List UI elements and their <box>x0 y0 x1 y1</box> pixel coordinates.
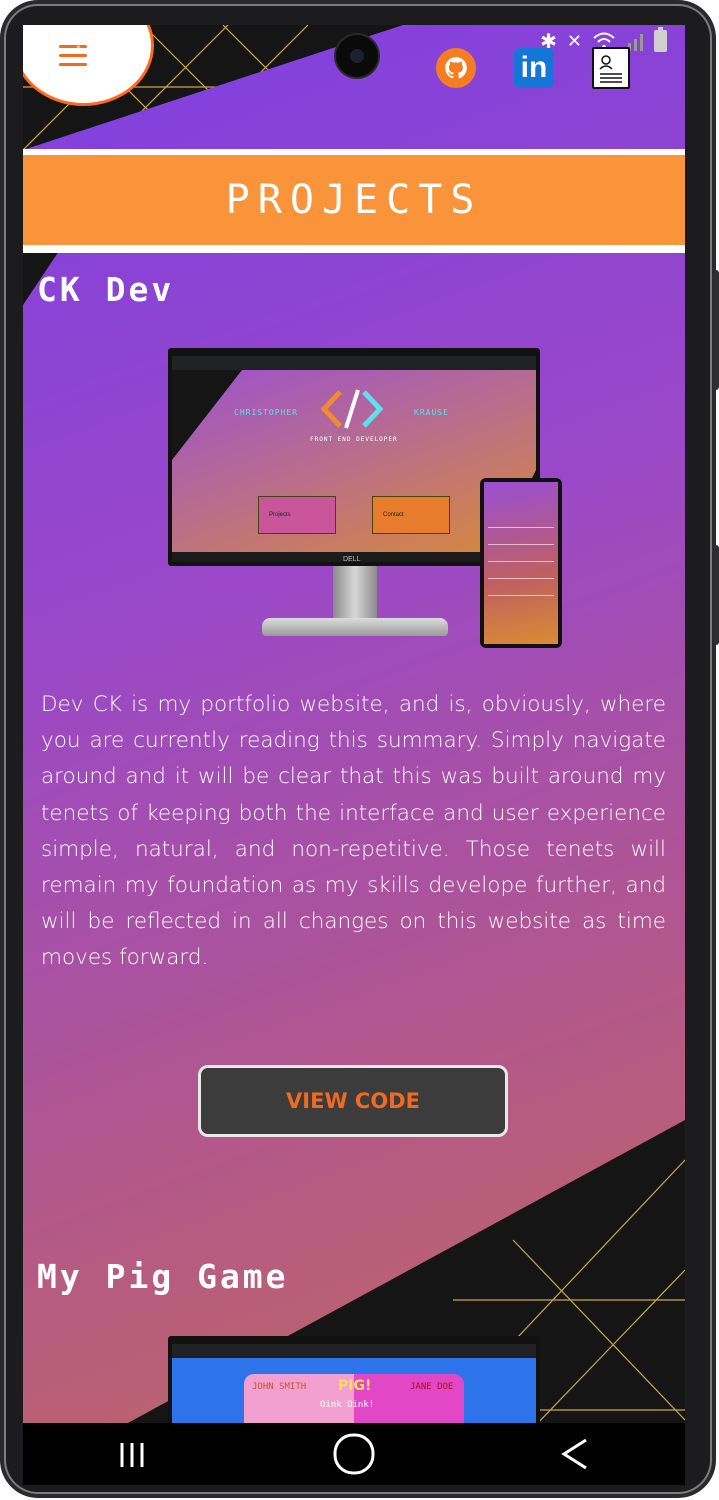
ckdev-mockup-image: CHRISTOPHER KRAUSE FRONT END DEVELOPER P… <box>168 348 563 648</box>
project-title-ckdev: CK Dev <box>37 270 175 309</box>
monitor-base <box>262 618 448 636</box>
project-title-pig-game: My Pig Game <box>37 1257 289 1296</box>
mockup-pattern <box>172 370 242 460</box>
social-links: in <box>436 47 630 89</box>
project-description: Dev CK is my portfolio website, and is, … <box>41 692 666 971</box>
projects-banner: PROJECTS <box>23 149 685 253</box>
browser-chrome <box>172 356 536 370</box>
power-button <box>713 545 719 645</box>
volume-button <box>713 270 719 390</box>
player1-name: JOHN SMITH <box>252 1382 307 1392</box>
phone-mockup-screen <box>484 482 558 644</box>
browser-chrome <box>172 1344 536 1358</box>
linkedin-glyph: in <box>520 51 548 84</box>
mockup-subtitle: FRONT END DEVELOPER <box>310 436 398 443</box>
status-time: 11:36 <box>33 25 111 58</box>
monitor-stand <box>333 566 377 620</box>
mockup-first-name: CHRISTOPHER <box>234 408 298 417</box>
mockup-projects-card: Projects <box>258 496 336 534</box>
home-icon[interactable] <box>324 1429 384 1479</box>
back-icon[interactable] <box>545 1429 605 1479</box>
front-camera <box>336 35 378 77</box>
projects-band: PROJECTS <box>23 155 685 245</box>
monitor-brand: DELL <box>343 556 361 563</box>
system-nav-bar <box>23 1423 685 1485</box>
linkedin-icon[interactable]: in <box>514 48 554 88</box>
battery-icon <box>654 27 667 52</box>
github-icon[interactable] <box>436 48 476 88</box>
pig-tagline: Oink Oink! <box>320 1400 375 1410</box>
code-logo-icon <box>320 389 384 429</box>
player2-name: JANE DOE <box>410 1382 454 1392</box>
screen: 11:36 ✱ ✕ in PROJECTS CK Dev CHRISTOPHER… <box>23 25 685 1473</box>
pig-logo: PIG! <box>338 1378 372 1394</box>
mockup-last-name: KRAUSE <box>414 408 449 417</box>
section-title: PROJECTS <box>225 177 483 223</box>
resume-icon[interactable] <box>592 47 630 89</box>
phone-mockup <box>480 478 562 648</box>
recents-icon[interactable] <box>103 1429 163 1479</box>
mockup-contact-card: Contact <box>372 496 450 534</box>
view-code-button[interactable]: VIEW CODE <box>198 1065 508 1137</box>
